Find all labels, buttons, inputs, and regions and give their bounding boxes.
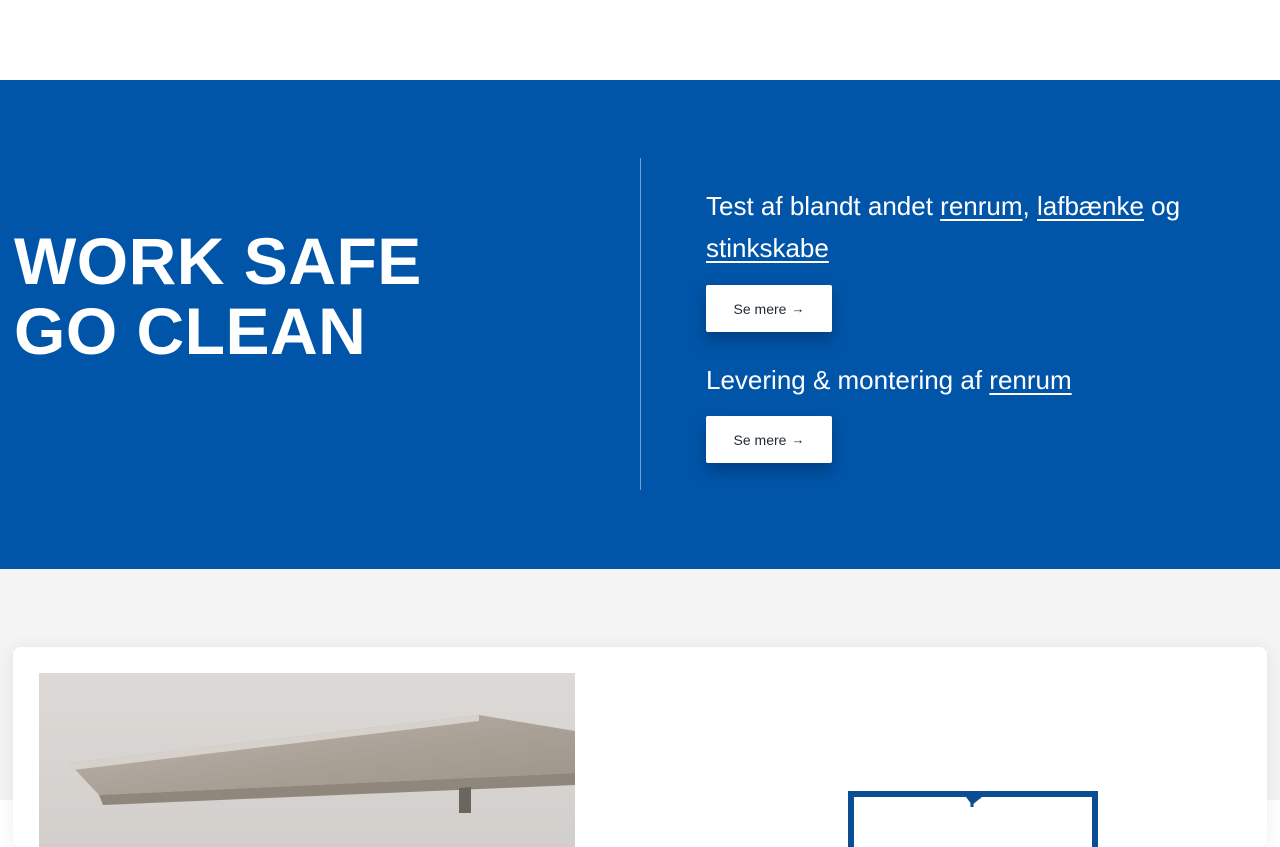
top-navigation-bar (0, 0, 1280, 80)
hero-divider (640, 158, 641, 490)
offer-delivery-intro: Levering & montering af (706, 365, 990, 395)
arrow-right-icon: → (791, 432, 805, 447)
arrow-right-icon: → (791, 301, 805, 316)
hero-banner: WORK SAFE GO CLEAN Test af blandt andet … (0, 80, 1280, 569)
se-mere-button-testing[interactable]: Se mere → (706, 285, 832, 332)
product-image (39, 673, 575, 847)
link-stinkskabe[interactable]: stinkskabe (706, 233, 829, 263)
hero-title: WORK SAFE GO CLEAN (14, 226, 422, 366)
offer-testing-text: Test af blandt andet renrum, lafbænke og… (706, 185, 1226, 269)
certification-logo (848, 791, 1098, 847)
steel-table-illustration (39, 673, 575, 847)
se-mere-label: Se mere (733, 431, 787, 448)
offer-testing-intro: Test af blandt andet (706, 191, 941, 221)
hero-title-line-1: WORK SAFE (14, 224, 422, 298)
product-card (13, 647, 1267, 847)
link-renrum[interactable]: renrum (940, 191, 1022, 221)
se-mere-button-delivery[interactable]: Se mere → (706, 416, 832, 463)
link-lafbaenke[interactable]: lafbænke (1037, 191, 1144, 221)
separator-comma: , (1022, 191, 1037, 221)
logo-emblem-icon (966, 797, 982, 807)
separator-og: og (1143, 191, 1181, 221)
products-section (0, 569, 1280, 847)
hero-title-line-2: GO CLEAN (14, 294, 367, 368)
se-mere-label: Se mere (733, 300, 787, 317)
link-renrum-delivery[interactable]: renrum (989, 365, 1071, 395)
offer-delivery-text: Levering & montering af renrum (706, 359, 1226, 401)
